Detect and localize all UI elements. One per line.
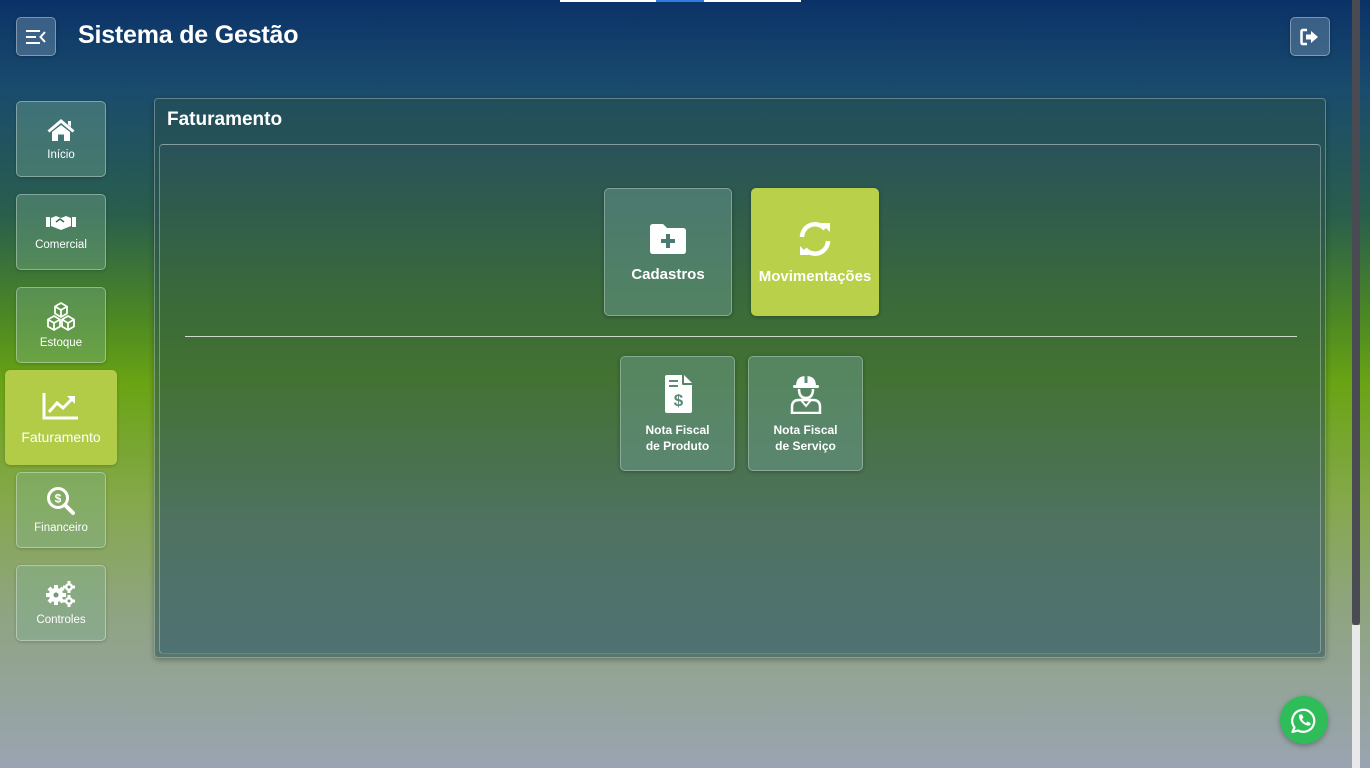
scrollbar-thumb[interactable] — [1352, 0, 1360, 625]
tab-cadastros[interactable]: Cadastros — [604, 188, 732, 316]
logout-icon — [1300, 28, 1318, 45]
tab-label: Cadastros — [631, 265, 705, 283]
sidebar-item-faturamento[interactable]: Faturamento — [5, 370, 117, 465]
sidebar-item-label: Início — [47, 149, 75, 161]
app-title: Sistema de Gestão — [78, 21, 299, 49]
sidebar-item-label: Estoque — [39, 337, 83, 349]
boxes-icon — [47, 302, 75, 331]
cogs-icon — [46, 581, 75, 607]
chart-line-icon — [42, 392, 78, 419]
menu-collapse-icon — [26, 29, 46, 44]
tile-label-line1: Nota Fiscal — [645, 422, 710, 437]
whatsapp-button[interactable] — [1280, 696, 1328, 744]
top-loading-indicator — [560, 0, 801, 2]
sidebar-item-label: Comercial — [35, 239, 87, 251]
sidebar-item-inicio[interactable]: Início — [16, 101, 106, 177]
sidebar-item-label: Controles — [36, 614, 86, 626]
hard-hat-worker-icon — [790, 375, 821, 414]
folder-plus-icon — [650, 223, 686, 254]
scrollbar-track[interactable] — [1352, 625, 1360, 768]
nota-fiscal-produto-button[interactable]: $ Nota Fiscal de Produto — [620, 356, 735, 471]
svg-text:$: $ — [673, 391, 683, 410]
logout-button[interactable] — [1290, 17, 1330, 56]
sidebar-item-estoque[interactable]: Estoque — [16, 287, 106, 363]
sidebar-item-comercial[interactable]: Comercial — [16, 194, 106, 270]
handshake-icon — [46, 216, 76, 230]
main-panel: Faturamento Cadastros Movimentações $ No… — [154, 98, 1326, 658]
sidebar-item-controles[interactable]: Controles — [16, 565, 106, 641]
whatsapp-icon — [1291, 708, 1316, 734]
sidebar-item-label: Faturamento — [21, 428, 101, 445]
tab-movimentacoes[interactable]: Movimentações — [751, 188, 879, 316]
sync-icon — [799, 221, 831, 256]
tab-label: Movimentações — [758, 267, 872, 285]
tile-label-line2: de Produto — [645, 438, 710, 453]
divider — [185, 336, 1297, 337]
svg-text:$: $ — [55, 492, 62, 506]
sidebar-item-label: Financeiro — [34, 522, 88, 534]
invoice-dollar-icon: $ — [664, 374, 692, 413]
home-icon — [47, 119, 75, 141]
sidebar-item-financeiro[interactable]: $ Financeiro — [16, 472, 106, 548]
menu-toggle-button[interactable] — [16, 17, 56, 56]
nota-fiscal-servico-button[interactable]: Nota Fiscal de Serviço — [748, 356, 863, 471]
search-dollar-icon: $ — [47, 487, 75, 515]
page-title: Faturamento — [167, 109, 283, 130]
tile-label-line2: de Serviço — [775, 438, 836, 453]
panel-content: Cadastros Movimentações $ Nota Fiscal de… — [159, 144, 1321, 654]
tile-label-line1: Nota Fiscal — [773, 422, 838, 437]
